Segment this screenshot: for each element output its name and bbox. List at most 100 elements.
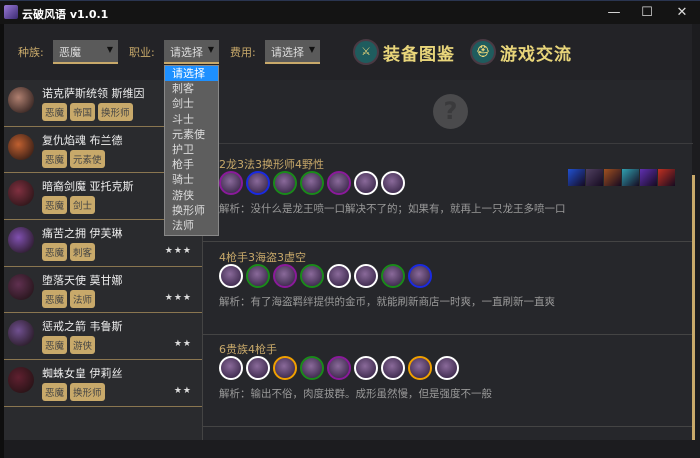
chevron-down-icon: ▼ (207, 45, 214, 54)
hero-avatar (8, 320, 34, 347)
champion-icon[interactable] (327, 171, 351, 195)
trait-tag: 恶魔 (42, 336, 68, 355)
trait-tag: 元素使 (70, 149, 105, 168)
trait-tag: 换形师 (98, 103, 133, 121)
trait-tag: 恶魔 (42, 196, 68, 215)
class-option[interactable]: 骑士 (165, 172, 218, 187)
trait-tag: 换形师 (70, 383, 105, 402)
class-option[interactable]: 剑士 (165, 96, 218, 111)
item-icon[interactable] (604, 169, 621, 186)
champion-icon[interactable] (354, 356, 378, 380)
close-button[interactable]: ✕ (672, 4, 692, 22)
trait-tag: 游侠 (70, 336, 96, 355)
hero-avatar (8, 367, 34, 394)
class-option[interactable]: 枪手 (165, 157, 218, 172)
champion-icon[interactable] (300, 171, 324, 195)
crossed-swords-icon: ⚔ (353, 39, 379, 65)
filter-bar: 种族: 恶魔 ▼ 职业: 请选择 ▼ 费用: 请选择 ▼ ⚔ 装备图鉴 ⛑ 游戏交流 (4, 24, 692, 80)
champion-icon[interactable] (408, 356, 432, 380)
item-icon[interactable] (640, 169, 657, 186)
team-comp: 2龙3法3换形师4野性 解析：没什么是龙王喷一口解决不了的；如果有，就再上一只龙王… (203, 149, 693, 242)
class-option[interactable]: 法师 (165, 218, 218, 233)
comp-description: 解析：有了海盗羁绊提供的金币，就能刷新商店一时爽，一直刷新一直爽 (219, 296, 555, 308)
champion-icon[interactable] (219, 356, 243, 380)
class-option[interactable]: 请选择 (165, 66, 218, 82)
champion-icon[interactable] (219, 171, 243, 195)
champion-icon[interactable] (219, 264, 243, 288)
trait-tag: 剑士 (70, 196, 96, 215)
comp-description: 解析：没什么是龙王喷一口解决不了的；如果有，就再上一只龙王多喷一口 (219, 203, 566, 215)
class-option[interactable]: 护卫 (165, 142, 218, 157)
race-value: 恶魔 (59, 46, 81, 59)
class-select[interactable]: 请选择 ▼ (164, 40, 219, 64)
champion-icon[interactable] (408, 264, 432, 288)
class-value: 请选择 (170, 46, 203, 59)
champion-icon[interactable] (300, 264, 324, 288)
cost-select[interactable]: 请选择 ▼ (265, 40, 320, 64)
trait-tag: 法师 (70, 289, 96, 308)
chevron-down-icon: ▼ (106, 45, 113, 54)
class-option[interactable]: 游侠 (165, 188, 218, 203)
item-icon[interactable] (568, 169, 585, 186)
item-row (568, 169, 675, 186)
hero-list-item[interactable]: 惩戒之箭 韦鲁斯 恶魔 游侠 ★★ (4, 313, 202, 361)
hero-name: 复仇焰魂 布兰德 (42, 133, 123, 147)
equipment-guide-button[interactable]: ⚔ 装备图鉴 (353, 38, 455, 66)
comp-title: 4枪手3海盗3虚空 (219, 251, 306, 264)
game-community-button[interactable]: ⛑ 游戏交流 (470, 38, 572, 66)
hero-avatar (8, 180, 34, 207)
champion-row (219, 356, 459, 380)
minimize-button[interactable]: — (604, 4, 624, 22)
champion-icon[interactable] (246, 171, 270, 195)
champion-icon[interactable] (354, 171, 378, 195)
trait-tag: 恶魔 (42, 103, 68, 121)
comp-title: 6贵族4枪手 (219, 343, 277, 356)
champion-icon[interactable] (246, 264, 270, 288)
champion-icon[interactable] (273, 356, 297, 380)
champion-icon[interactable] (273, 171, 297, 195)
class-dropdown: 请选择 刺客 剑士 斗士 元素使 护卫 枪手 骑士 游侠 换形师 法师 (164, 65, 219, 236)
champion-icon[interactable] (381, 356, 405, 380)
bottom-area (4, 440, 692, 458)
champion-icon[interactable] (327, 264, 351, 288)
hero-name: 堕落天使 莫甘娜 (42, 273, 123, 287)
champion-icon[interactable] (327, 356, 351, 380)
champion-icon[interactable] (381, 264, 405, 288)
comp-description: 解析：输出不俗，肉度拔群。成形虽然慢，但是强度不一般 (219, 388, 492, 400)
trait-tag: 帝国 (70, 103, 96, 121)
item-icon[interactable] (658, 169, 675, 186)
class-option[interactable]: 刺客 (165, 81, 218, 96)
window-title: 云破风语 v1.0.1 (22, 8, 109, 21)
champion-icon[interactable] (381, 171, 405, 195)
hero-avatar (8, 227, 34, 254)
class-option[interactable]: 斗士 (165, 112, 218, 127)
champion-icon[interactable] (435, 356, 459, 380)
maximize-button[interactable]: ☐ (637, 4, 657, 22)
hero-avatar (8, 87, 34, 113)
race-select[interactable]: 恶魔 ▼ (53, 40, 118, 64)
champion-icon[interactable] (300, 356, 324, 380)
trait-tag: 恶魔 (42, 243, 68, 262)
hero-list-item[interactable]: 蜘蛛女皇 伊莉丝 恶魔 换形师 ★★ (4, 360, 202, 407)
champion-icon[interactable] (273, 264, 297, 288)
hero-tags: 恶魔 帝国 换形师 (42, 103, 133, 121)
chevron-down-icon: ▼ (308, 45, 315, 54)
hero-list-item[interactable]: 堕落天使 莫甘娜 恶魔 法师 ★★★ (4, 267, 202, 314)
star-rating: ★★ (173, 386, 192, 397)
item-icon[interactable] (622, 169, 639, 186)
champion-icon[interactable] (354, 264, 378, 288)
cost-value: 请选择 (271, 46, 304, 59)
hero-tags: 恶魔 元素使 (42, 149, 105, 168)
class-option[interactable]: 换形师 (165, 203, 218, 218)
item-icon[interactable] (586, 169, 603, 186)
champion-icon[interactable] (246, 356, 270, 380)
hero-avatar (8, 273, 34, 300)
class-option[interactable]: 元素使 (165, 127, 218, 142)
hero-tags: 恶魔 游侠 (42, 336, 96, 355)
class-label: 职业: (129, 46, 155, 59)
equipment-guide-label: 装备图鉴 (383, 44, 455, 65)
hero-tags: 恶魔 刺客 (42, 243, 96, 262)
trait-tag: 刺客 (70, 243, 96, 262)
cost-label: 费用: (230, 46, 256, 59)
scrollbar[interactable] (692, 175, 695, 440)
